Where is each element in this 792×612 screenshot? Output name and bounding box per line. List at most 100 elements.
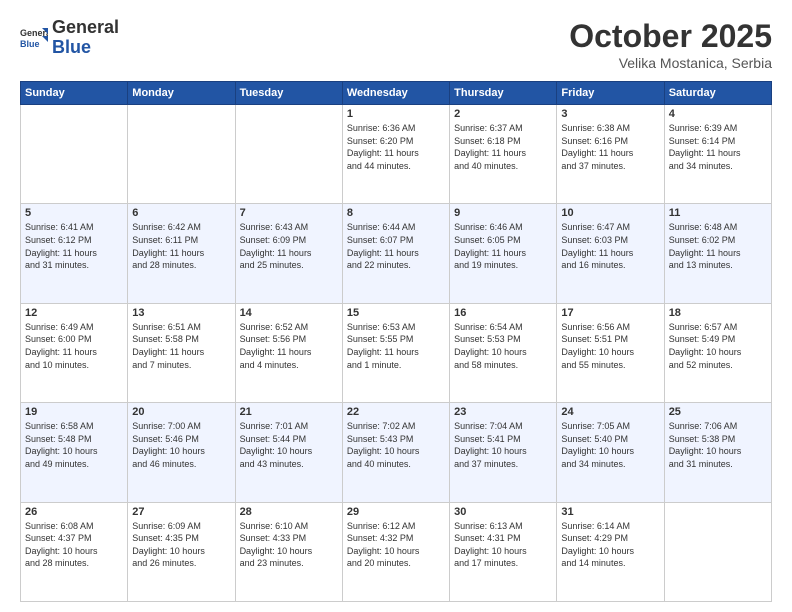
day-info: Sunrise: 6:58 AM Sunset: 5:48 PM Dayligh… (25, 420, 123, 470)
day-info: Sunrise: 6:44 AM Sunset: 6:07 PM Dayligh… (347, 221, 445, 271)
calendar-cell (21, 105, 128, 204)
day-info: Sunrise: 6:53 AM Sunset: 5:55 PM Dayligh… (347, 321, 445, 371)
day-info: Sunrise: 6:36 AM Sunset: 6:20 PM Dayligh… (347, 122, 445, 172)
calendar-cell: 7 Sunrise: 6:43 AM Sunset: 6:09 PM Daylig… (235, 204, 342, 303)
day-info: Sunrise: 7:05 AM Sunset: 5:40 PM Dayligh… (561, 420, 659, 470)
day-number: 9 (454, 207, 552, 219)
calendar-week-0: 1Sunrise: 6:36 AM Sunset: 6:20 PM Daylig… (21, 105, 772, 204)
day-number: 12 (25, 307, 123, 319)
day-number: 22 (347, 406, 445, 418)
day-number: 20 (132, 406, 230, 418)
day-info: Sunrise: 7:02 AM Sunset: 5:43 PM Dayligh… (347, 420, 445, 470)
calendar-cell: 20 Sunrise: 7:00 AM Sunset: 5:46 PM Dayli… (128, 403, 235, 502)
col-thursday: Thursday (450, 82, 557, 105)
calendar-cell: 30Sunrise: 6:13 AM Sunset: 4:31 PM Dayli… (450, 502, 557, 601)
day-info: Sunrise: 6:57 AM Sunset: 5:49 PM Dayligh… (669, 321, 767, 371)
day-info: Sunrise: 6:14 AM Sunset: 4:29 PM Dayligh… (561, 520, 659, 570)
calendar-cell: 12 Sunrise: 6:49 AM Sunset: 6:00 PM Dayli… (21, 303, 128, 402)
col-saturday: Saturday (664, 82, 771, 105)
calendar-cell: 26 Sunrise: 6:08 AM Sunset: 4:37 PM Dayli… (21, 502, 128, 601)
calendar-week-1: 5Sunrise: 6:41 AM Sunset: 6:12 PM Daylig… (21, 204, 772, 303)
logo-icon: General Blue (20, 24, 48, 52)
header: General Blue General Blue October 2025 V… (20, 18, 772, 71)
day-number: 11 (669, 207, 767, 219)
logo-general-text: General (52, 18, 119, 38)
day-number: 18 (669, 307, 767, 319)
logo-text: General Blue (52, 18, 119, 58)
col-sunday: Sunday (21, 82, 128, 105)
calendar-week-4: 26 Sunrise: 6:08 AM Sunset: 4:37 PM Dayli… (21, 502, 772, 601)
col-friday: Friday (557, 82, 664, 105)
day-number: 14 (240, 307, 338, 319)
day-number: 8 (347, 207, 445, 219)
calendar-cell: 25 Sunrise: 7:06 AM Sunset: 5:38 PM Dayli… (664, 403, 771, 502)
day-number: 26 (25, 506, 123, 518)
calendar-cell: 3Sunrise: 6:38 AM Sunset: 6:16 PM Daylig… (557, 105, 664, 204)
col-tuesday: Tuesday (235, 82, 342, 105)
day-number: 28 (240, 506, 338, 518)
day-info: Sunrise: 6:54 AM Sunset: 5:53 PM Dayligh… (454, 321, 552, 371)
month-title: October 2025 (569, 18, 772, 55)
calendar-week-2: 12 Sunrise: 6:49 AM Sunset: 6:00 PM Dayli… (21, 303, 772, 402)
day-info: Sunrise: 6:47 AM Sunset: 6:03 PM Dayligh… (561, 221, 659, 271)
day-info: Sunrise: 6:52 AM Sunset: 5:56 PM Dayligh… (240, 321, 338, 371)
calendar-cell: 9 Sunrise: 6:46 AM Sunset: 6:05 PM Daylig… (450, 204, 557, 303)
col-wednesday: Wednesday (342, 82, 449, 105)
day-number: 27 (132, 506, 230, 518)
day-info: Sunrise: 6:48 AM Sunset: 6:02 PM Dayligh… (669, 221, 767, 271)
day-info: Sunrise: 6:43 AM Sunset: 6:09 PM Dayligh… (240, 221, 338, 271)
calendar-cell: 10 Sunrise: 6:47 AM Sunset: 6:03 PM Dayli… (557, 204, 664, 303)
day-info: Sunrise: 6:56 AM Sunset: 5:51 PM Dayligh… (561, 321, 659, 371)
day-number: 21 (240, 406, 338, 418)
day-info: Sunrise: 6:08 AM Sunset: 4:37 PM Dayligh… (25, 520, 123, 570)
location-subtitle: Velika Mostanica, Serbia (569, 55, 772, 71)
calendar-cell: 13Sunrise: 6:51 AM Sunset: 5:58 PM Dayli… (128, 303, 235, 402)
calendar-cell (128, 105, 235, 204)
day-info: Sunrise: 6:38 AM Sunset: 6:16 PM Dayligh… (561, 122, 659, 172)
calendar-cell: 6Sunrise: 6:42 AM Sunset: 6:11 PM Daylig… (128, 204, 235, 303)
calendar-cell: 1Sunrise: 6:36 AM Sunset: 6:20 PM Daylig… (342, 105, 449, 204)
day-info: Sunrise: 6:12 AM Sunset: 4:32 PM Dayligh… (347, 520, 445, 570)
calendar-cell: 19 Sunrise: 6:58 AM Sunset: 5:48 PM Dayli… (21, 403, 128, 502)
calendar-cell: 22 Sunrise: 7:02 AM Sunset: 5:43 PM Dayli… (342, 403, 449, 502)
calendar-cell: 11 Sunrise: 6:48 AM Sunset: 6:02 PM Dayli… (664, 204, 771, 303)
day-number: 24 (561, 406, 659, 418)
col-monday: Monday (128, 82, 235, 105)
day-number: 4 (669, 108, 767, 120)
day-number: 25 (669, 406, 767, 418)
day-info: Sunrise: 7:06 AM Sunset: 5:38 PM Dayligh… (669, 420, 767, 470)
title-block: October 2025 Velika Mostanica, Serbia (569, 18, 772, 71)
day-number: 10 (561, 207, 659, 219)
calendar-cell (664, 502, 771, 601)
calendar-table: Sunday Monday Tuesday Wednesday Thursday… (20, 81, 772, 602)
calendar-cell: 5Sunrise: 6:41 AM Sunset: 6:12 PM Daylig… (21, 204, 128, 303)
logo-blue-text: Blue (52, 38, 119, 58)
calendar-cell: 18 Sunrise: 6:57 AM Sunset: 5:49 PM Dayli… (664, 303, 771, 402)
calendar-cell: 24 Sunrise: 7:05 AM Sunset: 5:40 PM Dayli… (557, 403, 664, 502)
calendar-cell: 2Sunrise: 6:37 AM Sunset: 6:18 PM Daylig… (450, 105, 557, 204)
calendar-cell: 23 Sunrise: 7:04 AM Sunset: 5:41 PM Dayli… (450, 403, 557, 502)
day-number: 23 (454, 406, 552, 418)
calendar-cell: 8 Sunrise: 6:44 AM Sunset: 6:07 PM Daylig… (342, 204, 449, 303)
calendar-week-3: 19 Sunrise: 6:58 AM Sunset: 5:48 PM Dayli… (21, 403, 772, 502)
day-number: 15 (347, 307, 445, 319)
calendar-cell: 29 Sunrise: 6:12 AM Sunset: 4:32 PM Dayli… (342, 502, 449, 601)
svg-text:Blue: Blue (20, 39, 40, 49)
logo: General Blue General Blue (20, 18, 119, 58)
day-number: 19 (25, 406, 123, 418)
calendar-header-row: Sunday Monday Tuesday Wednesday Thursday… (21, 82, 772, 105)
day-number: 29 (347, 506, 445, 518)
day-info: Sunrise: 6:46 AM Sunset: 6:05 PM Dayligh… (454, 221, 552, 271)
day-number: 7 (240, 207, 338, 219)
calendar-cell: 15 Sunrise: 6:53 AM Sunset: 5:55 PM Dayli… (342, 303, 449, 402)
day-number: 5 (25, 207, 123, 219)
day-number: 30 (454, 506, 552, 518)
calendar-cell: 16 Sunrise: 6:54 AM Sunset: 5:53 PM Dayli… (450, 303, 557, 402)
day-info: Sunrise: 7:04 AM Sunset: 5:41 PM Dayligh… (454, 420, 552, 470)
day-info: Sunrise: 6:49 AM Sunset: 6:00 PM Dayligh… (25, 321, 123, 371)
day-info: Sunrise: 6:10 AM Sunset: 4:33 PM Dayligh… (240, 520, 338, 570)
calendar-cell: 14 Sunrise: 6:52 AM Sunset: 5:56 PM Dayli… (235, 303, 342, 402)
day-info: Sunrise: 6:37 AM Sunset: 6:18 PM Dayligh… (454, 122, 552, 172)
day-info: Sunrise: 7:00 AM Sunset: 5:46 PM Dayligh… (132, 420, 230, 470)
day-number: 16 (454, 307, 552, 319)
